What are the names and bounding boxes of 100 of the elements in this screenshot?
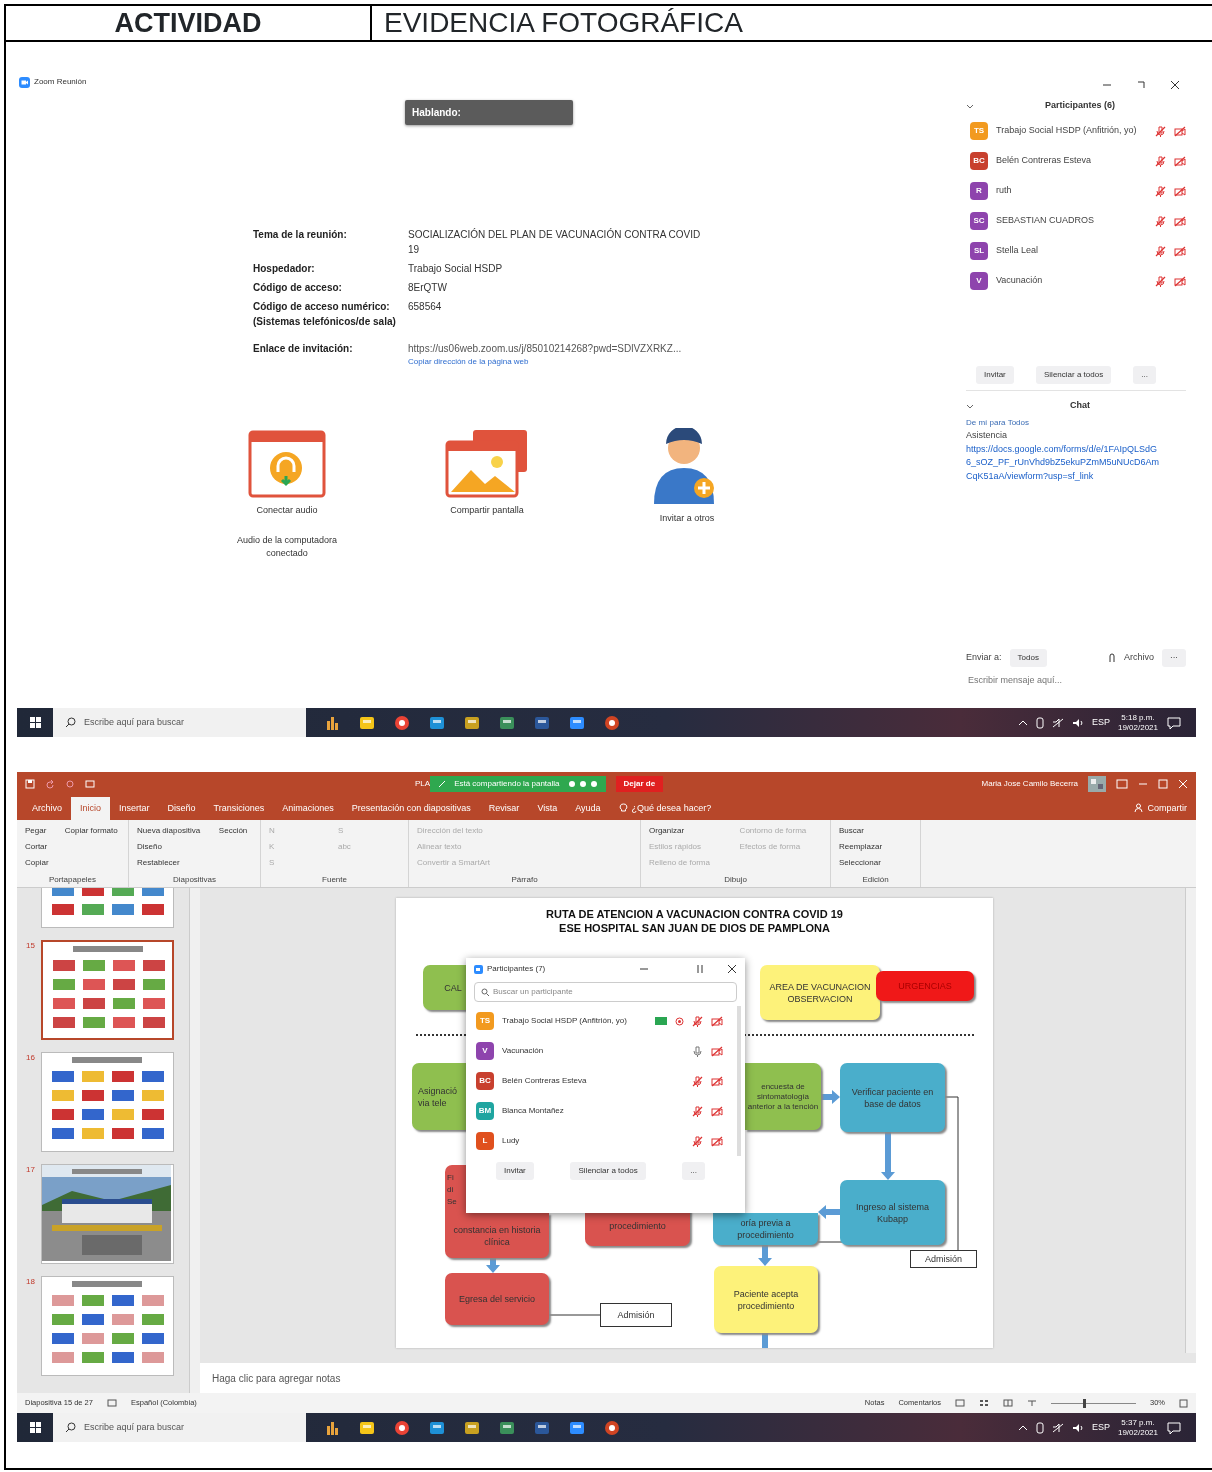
- ribbon-button[interactable]: Sección: [216, 825, 254, 837]
- ribbon-button[interactable]: Pegar: [23, 825, 53, 837]
- tell-me-field[interactable]: ¿Qué desea hacer?: [631, 801, 712, 815]
- screen-share-icon[interactable]: [445, 428, 529, 498]
- speaker-icon[interactable]: [1071, 717, 1084, 728]
- grid-view-icon[interactable]: [979, 1399, 989, 1407]
- flowchart-box: Admisión: [600, 1303, 672, 1327]
- pin-icon[interactable]: [438, 779, 447, 788]
- ribbon-tab[interactable]: Archivo: [23, 796, 71, 820]
- ribbon-button[interactable]: Nueva diapositiva: [135, 825, 207, 837]
- ribbon-button[interactable]: Buscar: [837, 825, 914, 837]
- chevron-icon[interactable]: [966, 402, 974, 410]
- search-field[interactable]: Escribe aquí para buscar: [53, 1413, 306, 1442]
- notes-placeholder[interactable]: Haga clic para agregar notas: [212, 1370, 341, 1386]
- scrollbar[interactable]: [189, 888, 200, 1393]
- panel-button[interactable]: ...: [1133, 366, 1156, 384]
- ribbon-tab[interactable]: Presentación con diapositivas: [342, 796, 480, 820]
- more-button[interactable]: ···: [1162, 648, 1186, 667]
- close-icon[interactable]: [727, 964, 737, 974]
- participant-name[interactable]: Stella Leal: [996, 244, 1147, 258]
- participant-name[interactable]: Blanca Montañez: [502, 1105, 684, 1117]
- ribbon-tab[interactable]: Vista: [528, 796, 567, 820]
- ribbon-tab[interactable]: Inicio: [71, 796, 111, 820]
- scrollbar[interactable]: [1185, 888, 1196, 1353]
- ribbon-button[interactable]: Restablecer: [135, 857, 207, 869]
- panel-button[interactable]: Invitar: [976, 366, 1014, 384]
- participant-name[interactable]: ruth: [996, 184, 1147, 198]
- ribbon-button[interactable]: Seleccionar: [837, 857, 914, 869]
- action-label[interactable]: Compartir pantalla: [450, 504, 524, 518]
- paperclip-icon[interactable]: [1108, 652, 1116, 663]
- chat-link[interactable]: https://docs.google.com/forms/d/e/1FAIpQLSdG6_sOZ_PF_rUnVhd9bZ5ekuPZmM5uNUcD6AmCqK51aA/viewform?usp=sf_link: [966, 442, 1161, 483]
- notification-icon[interactable]: [1166, 715, 1182, 730]
- language-indicator[interactable]: ESP: [1091, 1420, 1110, 1435]
- stop-share-button[interactable]: Dejar de: [615, 775, 664, 792]
- notification-icon[interactable]: [1166, 1420, 1182, 1435]
- ribbon-button[interactable]: Copiar: [23, 857, 53, 869]
- invite-link[interactable]: https://us06web.zoom.us/j/85010214268?pwd=SDlVZXRKZ...: [408, 343, 682, 354]
- panel-button[interactable]: Invitar: [496, 1162, 534, 1180]
- fit-slide-icon[interactable]: [1179, 1398, 1188, 1408]
- slideshow-icon[interactable]: [1027, 1399, 1037, 1407]
- ribbon-tab[interactable]: Diseño: [158, 796, 205, 820]
- slideshow-icon[interactable]: [85, 778, 95, 789]
- ribbon-tab[interactable]: Insertar: [110, 796, 159, 820]
- ribbon-display-icon[interactable]: [1116, 778, 1128, 789]
- panel-button[interactable]: Silenciar a todos: [1036, 366, 1112, 384]
- ribbon-button[interactable]: Diseño: [135, 841, 207, 853]
- participant-name[interactable]: Belén Contreras Esteva: [502, 1075, 684, 1087]
- network-icon[interactable]: [1051, 717, 1064, 728]
- language-indicator[interactable]: ESP: [1091, 715, 1110, 730]
- chevron-icon[interactable]: [966, 102, 974, 110]
- normal-view-icon[interactable]: [955, 1399, 965, 1407]
- avatar: R: [970, 182, 988, 200]
- zoom-slider[interactable]: [1083, 1398, 1087, 1408]
- save-icon[interactable]: [25, 778, 35, 789]
- action-label[interactable]: Conectar audio: [256, 504, 318, 518]
- share-button[interactable]: Compartir: [1147, 801, 1187, 815]
- participant-name[interactable]: Vacunación: [996, 274, 1147, 288]
- ribbon-button[interactable]: Cortar: [23, 841, 53, 853]
- panel-button[interactable]: Silenciar a todos: [570, 1162, 646, 1180]
- pause-icon[interactable]: [695, 964, 705, 974]
- file-button[interactable]: Archivo: [1124, 650, 1154, 665]
- undo-icon[interactable]: [45, 778, 55, 789]
- copy-link[interactable]: Copiar dirección de la página web: [408, 356, 708, 368]
- action-label[interactable]: Invitar a otros: [659, 512, 715, 526]
- restore-icon[interactable]: [1136, 80, 1146, 90]
- share-controls-icon[interactable]: [567, 779, 598, 788]
- close-icon[interactable]: [1170, 80, 1180, 90]
- headset-window-icon[interactable]: [248, 428, 326, 498]
- battery-icon[interactable]: [1035, 1421, 1044, 1434]
- ribbon-button[interactable]: Organizar: [647, 825, 728, 837]
- battery-icon[interactable]: [1035, 716, 1044, 729]
- maximize-icon[interactable]: [1158, 778, 1168, 789]
- participant-name[interactable]: Trabajo Social HSDP (Anfitrión, yo): [502, 1015, 647, 1027]
- redo-icon[interactable]: [65, 778, 75, 789]
- ribbon-tab[interactable]: Ayuda: [566, 796, 610, 820]
- participant-name[interactable]: Belén Contreras Esteva: [996, 154, 1147, 168]
- panel-button[interactable]: ...: [682, 1162, 705, 1180]
- group-label: Dibujo: [723, 874, 748, 886]
- field-value: 8ErQTW: [408, 281, 448, 295]
- reading-view-icon[interactable]: [1003, 1399, 1013, 1407]
- participant-name[interactable]: SEBASTIAN CUADROS: [996, 214, 1147, 228]
- recipient-dropdown[interactable]: Todos: [1009, 648, 1047, 667]
- speaker-icon[interactable]: [1071, 1422, 1084, 1433]
- participant-name[interactable]: Vacunación: [502, 1045, 684, 1057]
- ribbon-tab[interactable]: Animaciones: [273, 796, 343, 820]
- ribbon-tab[interactable]: Transiciones: [204, 796, 274, 820]
- ribbon-button[interactable]: Reemplazar: [837, 841, 914, 853]
- search-field[interactable]: Escribe aquí para buscar: [53, 708, 306, 737]
- search-field[interactable]: Buscar un participante: [474, 982, 737, 1002]
- video-camera-icon: [19, 76, 30, 88]
- flowchart-box: AREA DE VACUNACION OBSERVACION: [760, 965, 880, 1020]
- ribbon-tab[interactable]: Revisar: [479, 796, 529, 820]
- participant-name[interactable]: Ludy: [502, 1135, 684, 1147]
- column-heading: EVIDENCIA FOTOGRÁFICA: [384, 6, 743, 40]
- ribbon-button[interactable]: Copiar formato: [62, 825, 122, 837]
- field-label: Tema de la reunión:: [253, 228, 348, 242]
- camera-off-icon: [711, 1045, 723, 1057]
- network-icon[interactable]: [1051, 1422, 1064, 1433]
- participant-name[interactable]: Trabajo Social HSDP (Anfitrión, yo): [996, 124, 1147, 138]
- profile-picture-icon[interactable]: [1088, 775, 1106, 792]
